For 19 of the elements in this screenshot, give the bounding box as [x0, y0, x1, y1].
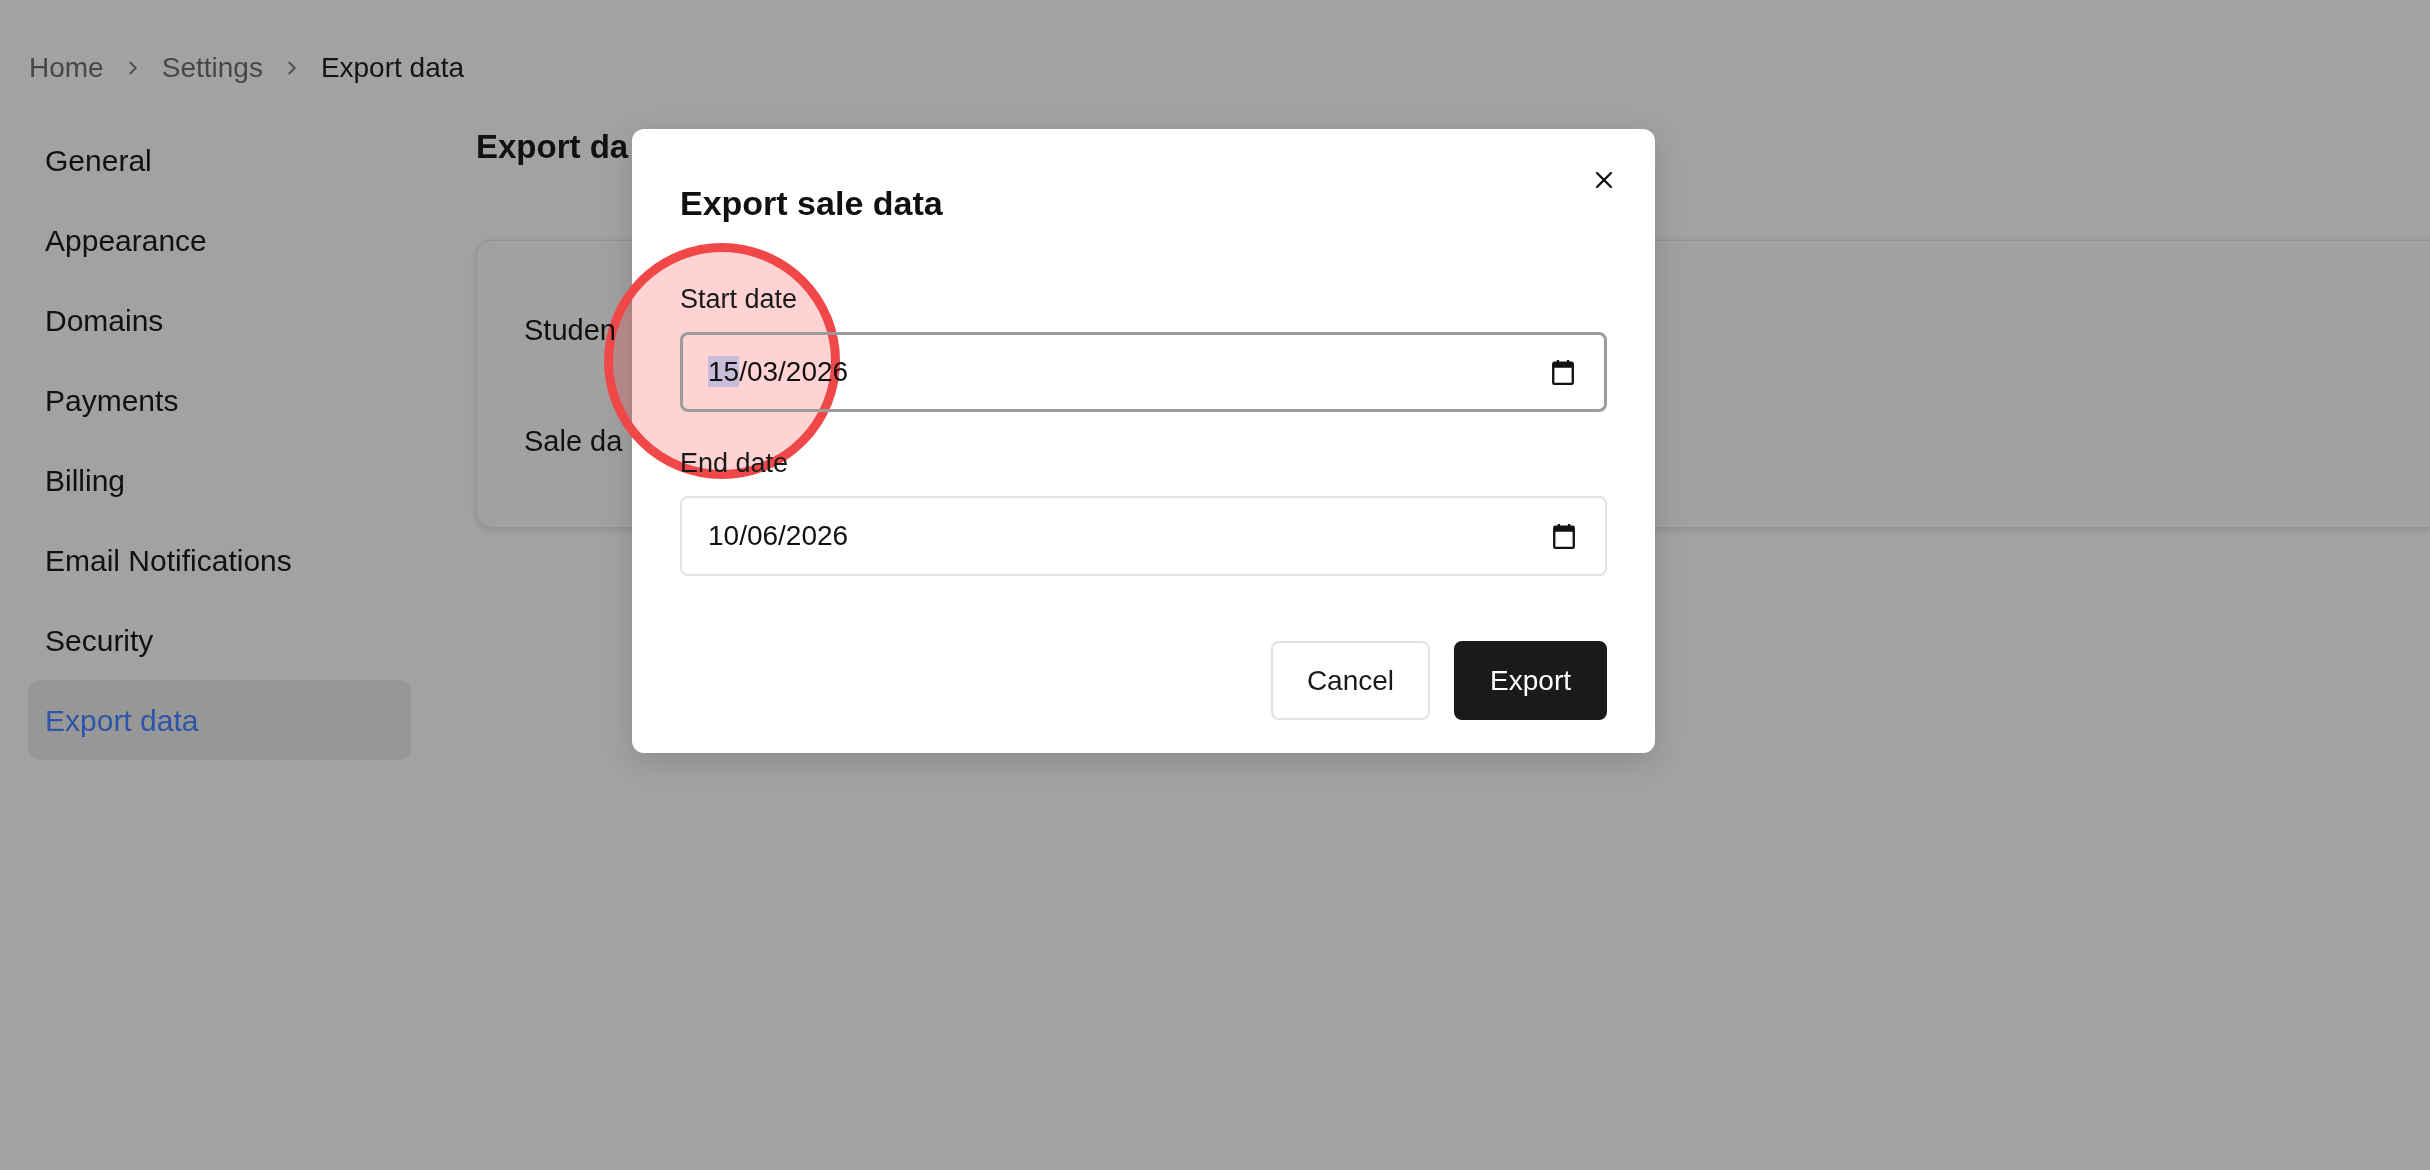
sidebar-item[interactable]: Security — [28, 600, 411, 680]
calendar-icon[interactable] — [1552, 359, 1574, 385]
card-row-label: Sale da — [524, 424, 623, 459]
breadcrumb-link[interactable]: Settings — [161, 48, 263, 88]
sidebar-item[interactable]: Payments — [28, 360, 411, 440]
field-label: Start date — [680, 283, 798, 316]
sidebar-item[interactable]: General — [28, 120, 411, 200]
cancel-button[interactable]: Cancel — [1270, 641, 1431, 720]
sidebar-item[interactable]: Billing — [28, 440, 411, 520]
sidebar-item[interactable]: Appearance — [28, 200, 411, 280]
calendar-icon[interactable] — [1553, 523, 1575, 549]
sidebar-item[interactable]: Domains — [28, 280, 411, 360]
export-button[interactable]: Export — [1454, 641, 1607, 720]
page-title: Export da — [476, 127, 629, 167]
sidebar-item[interactable]: Email Notifications — [28, 520, 411, 600]
date-field[interactable]: 10/06/2026 — [680, 496, 1607, 576]
dialog-title: Export sale data — [680, 183, 943, 224]
breadcrumb-current-page[interactable]: Export data — [320, 48, 465, 88]
breadcrumb-link[interactable]: Home — [29, 48, 104, 88]
